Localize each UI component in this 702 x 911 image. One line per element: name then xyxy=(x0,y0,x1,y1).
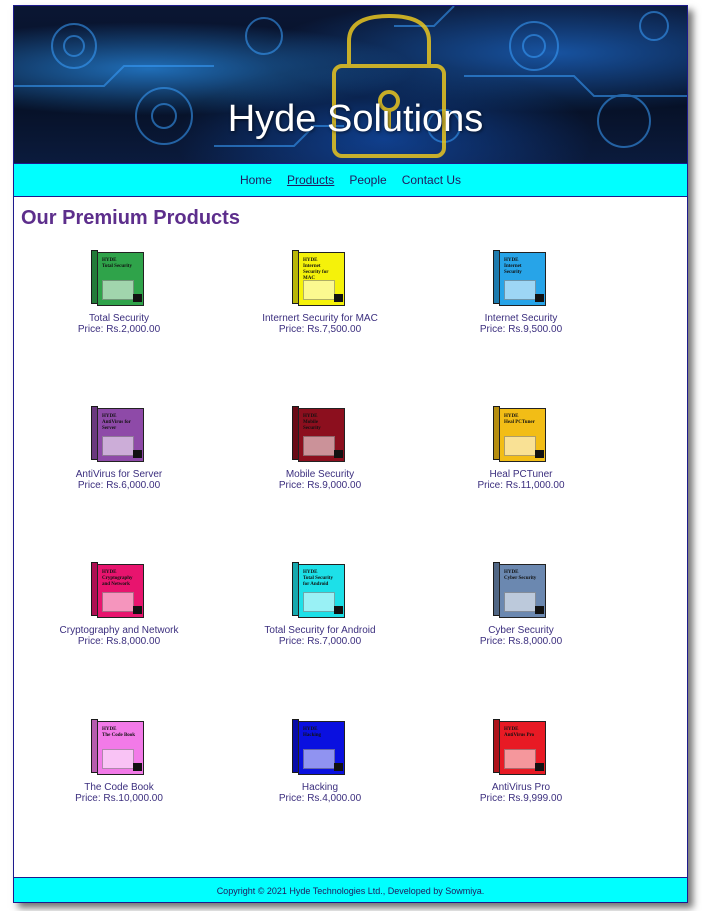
product-box-image[interactable]: HYDE The Code Book xyxy=(90,719,148,777)
product-name[interactable]: AntiVirus for Server xyxy=(14,469,224,480)
product-box-image[interactable]: HYDE Cryptography and Network xyxy=(90,562,148,620)
product-card[interactable]: HYDE Hacking Hacking Price: Rs.4,000.00 xyxy=(215,719,425,804)
site-title: Hyde Solutions xyxy=(227,98,484,140)
nav-people-link[interactable]: People xyxy=(349,173,386,187)
product-name[interactable]: Hacking xyxy=(215,782,425,793)
header-banner: Hyde Solutions xyxy=(14,6,687,163)
product-box-image[interactable]: HYDE Cyber Security xyxy=(492,562,550,620)
product-card[interactable]: HYDE Internet Security Internet Security Pr… xyxy=(416,250,626,335)
product-card[interactable]: HYDE Cryptography and Network Cryptography… xyxy=(14,562,224,647)
product-price: Price: Rs.7,500.00 xyxy=(278,324,362,335)
product-price: Price: Rs.9,000.00 xyxy=(278,480,362,491)
product-name[interactable]: Mobile Security xyxy=(215,469,425,480)
product-name[interactable]: Heal PCTuner xyxy=(416,469,626,480)
product-box-image[interactable]: HYDE Internet Security xyxy=(492,250,550,308)
product-box-image[interactable]: HYDE AntiVirus for Server xyxy=(90,406,148,464)
page-container: Hyde Solutions Home Products People Cont… xyxy=(13,5,688,903)
product-price: Price: Rs.9,999.00 xyxy=(479,793,563,804)
product-name[interactable]: Total Security for Android xyxy=(215,625,425,636)
product-name[interactable]: Internet Security xyxy=(416,313,626,324)
product-price: Price: Rs.8,000.00 xyxy=(479,636,563,647)
nav-home-link[interactable]: Home xyxy=(240,173,272,187)
nav-products-link[interactable]: Products xyxy=(287,173,334,187)
product-name[interactable]: Total Security xyxy=(14,313,224,324)
product-box-image[interactable]: HYDE Total Security for Android xyxy=(291,562,349,620)
product-name[interactable]: Cyber Security xyxy=(416,625,626,636)
nav-contact-link[interactable]: Contact Us xyxy=(402,173,461,187)
copyright-text: Copyright © 2021 Hyde Technologies Ltd.,… xyxy=(216,885,485,896)
product-price: Price: Rs.11,000.00 xyxy=(477,480,565,491)
product-card[interactable]: HYDE Internet Security for MAC Internert S… xyxy=(215,250,425,335)
product-box-image[interactable]: HYDE Total Security xyxy=(90,250,148,308)
product-price: Price: Rs.8,000.00 xyxy=(77,636,161,647)
product-card[interactable]: HYDE AntiVirus for Server AntiVirus for Se… xyxy=(14,406,224,491)
product-name[interactable]: AntiVirus Pro xyxy=(416,782,626,793)
product-price: Price: Rs.10,000.00 xyxy=(75,793,163,804)
product-price: Price: Rs.2,000.00 xyxy=(77,324,161,335)
product-card[interactable]: HYDE Total Security Total Security Price: R… xyxy=(14,250,224,335)
product-box-image[interactable]: HYDE Mobile Security xyxy=(291,406,349,464)
product-price: Price: Rs.7,000.00 xyxy=(278,636,362,647)
product-box-image[interactable]: HYDE AntiVirus Pro xyxy=(492,719,550,777)
product-name[interactable]: The Code Book xyxy=(14,782,224,793)
product-box-image[interactable]: HYDE Internet Security for MAC xyxy=(291,250,349,308)
product-card[interactable]: HYDE AntiVirus Pro AntiVirus Pro Price: Rs.… xyxy=(416,719,626,804)
product-box-image[interactable]: HYDE Heal PCTuner xyxy=(492,406,550,464)
product-price: Price: Rs.9,500.00 xyxy=(479,324,563,335)
product-card[interactable]: HYDE Cyber Security Cyber Security Price: R… xyxy=(416,562,626,647)
product-price: Price: Rs.6,000.00 xyxy=(77,480,161,491)
product-card[interactable]: HYDE The Code Book The Code Book Price: Rs.… xyxy=(14,719,224,804)
product-name[interactable]: Cryptography and Network xyxy=(14,625,224,636)
product-card[interactable]: HYDE Heal PCTuner Heal PCTuner Price: Rs.11… xyxy=(416,406,626,491)
product-box-image[interactable]: HYDE Hacking xyxy=(291,719,349,777)
product-name[interactable]: Internert Security for MAC xyxy=(215,313,425,324)
footer: Copyright © 2021 Hyde Technologies Ltd.,… xyxy=(14,877,687,902)
product-card[interactable]: HYDE Total Security for Android Total Secu… xyxy=(215,562,425,647)
product-price: Price: Rs.4,000.00 xyxy=(278,793,362,804)
product-card[interactable]: HYDE Mobile Security Mobile Security Price:… xyxy=(215,406,425,491)
page-heading: Our Premium Products xyxy=(21,207,240,229)
main-nav: Home Products People Contact Us xyxy=(14,163,687,197)
